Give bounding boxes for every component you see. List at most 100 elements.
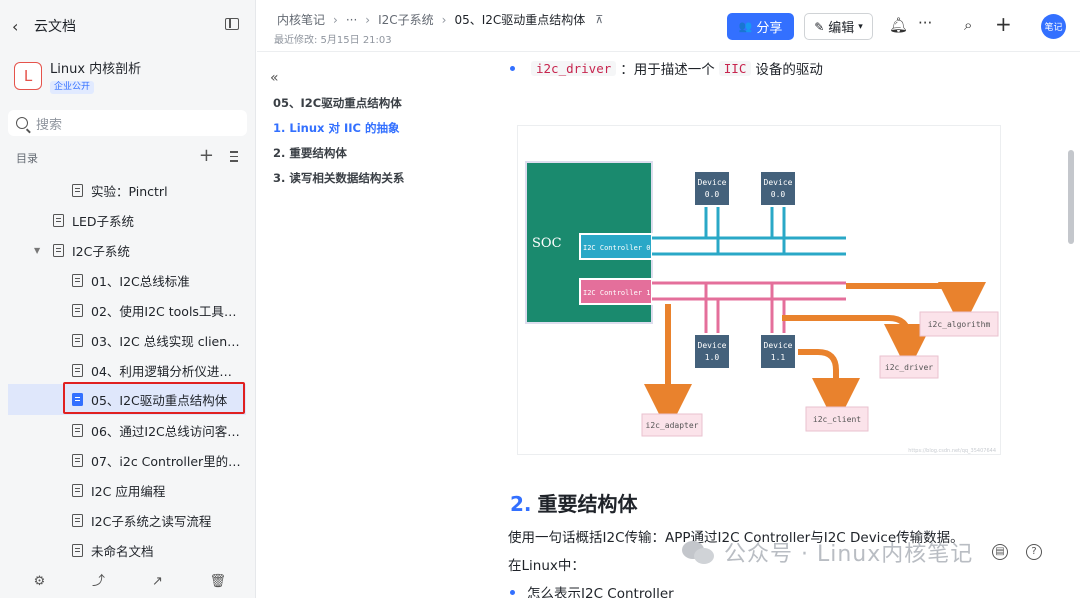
outline-item[interactable]: 05、I2C驱动重点结构体 (273, 95, 402, 111)
document-icon (72, 393, 83, 406)
share-icon: 👥 (738, 20, 753, 33)
help-icon[interactable]: ? (1026, 544, 1042, 560)
sidebar-item-label: 04、利用逻辑分析仪进行I... (91, 363, 243, 379)
device-label: Device (698, 341, 727, 350)
bell-icon[interactable]: 🔔︎ (889, 16, 908, 34)
breadcrumb-current: 05、I2C驱动重点结构体 (454, 13, 586, 27)
outline-item[interactable]: 3. 读写相关数据结构关系 (273, 170, 404, 186)
sidebar-item[interactable]: LED子系统 (0, 205, 256, 235)
back-chevron-icon[interactable]: ‹ (12, 17, 32, 36)
toc-header: 目录 + (16, 145, 244, 166)
outline-item[interactable]: 2. 重要结构体 (273, 145, 347, 161)
document-icon (72, 453, 83, 467)
kb-name: Linux 内核剖析 (50, 62, 142, 77)
knowledge-base-header[interactable]: L Linux 内核剖析 企业公开 (14, 62, 141, 94)
controller-1-label: I2C Controller 1 (583, 289, 650, 297)
controller-0-label: I2C Controller 0 (583, 244, 650, 252)
wechat-logo-icon (682, 539, 716, 565)
device-number: 1.1 (771, 353, 786, 362)
avatar[interactable]: 笔记 (1041, 14, 1066, 39)
sidebar-item[interactable]: ▼ I2C子系统 (0, 235, 256, 265)
device-0-0-b (759, 170, 797, 207)
chevron-down-icon: ▾ (858, 21, 863, 32)
sidebar-item-label: 05、I2C驱动重点结构体 (91, 393, 228, 408)
sidebar-item[interactable]: 06、通过I2C总线访问客户... (0, 415, 256, 445)
i2c-adapter-label: i2c_adapter (646, 421, 699, 430)
breadcrumb-item[interactable]: I2C子系统 (378, 11, 434, 28)
document-icon (72, 483, 83, 497)
bullet-dot (510, 65, 515, 71)
sidebar: ‹ 云文档 L Linux 内核剖析 企业公开 搜索 目录 + 实验：Pinct… (0, 0, 256, 598)
doc-outline: « (270, 70, 470, 86)
search-icon[interactable]: ⌕ (964, 16, 972, 34)
bullet-dot (510, 589, 515, 595)
collapse-outline-icon[interactable]: « (270, 70, 470, 86)
diagram-svg: SOC I2C Controller 0 I2C Controller 1 De… (525, 161, 999, 454)
list-item: 怎么表示I2C Controller (510, 582, 674, 598)
sidebar-item[interactable]: 04、利用逻辑分析仪进行I... (0, 355, 256, 385)
document-icon (72, 333, 83, 347)
pin-icon[interactable]: ⊼ (595, 13, 603, 26)
breadcrumb: 内核笔记 › ··· › I2C子系统 › 05、I2C驱动重点结构体 ⊼ (277, 11, 603, 28)
i2c-algorithm-label: i2c_algorithm (928, 320, 991, 329)
i2c-client-label: i2c_client (813, 415, 861, 424)
heading-number: 2. (510, 492, 532, 516)
outline-item[interactable]: 1. Linux 对 IIC 的抽象 (273, 120, 399, 136)
bullet-text: 怎么表示I2C Controller (527, 586, 674, 598)
sidebar-item[interactable]: I2C子系统之读写流程 (0, 505, 256, 535)
sidebar-item[interactable]: 05、I2C驱动重点结构体 (8, 384, 246, 415)
document-icon (72, 363, 83, 377)
sidebar-item[interactable]: 03、I2C 总线实现 client 设... (0, 325, 256, 355)
device-1-1 (759, 333, 797, 370)
edit-label: 编辑 (828, 21, 855, 36)
breadcrumb-separator: › (441, 12, 447, 27)
i2c-driver-label: i2c_driver (885, 363, 933, 372)
sidebar-item-label: 07、i2c Controller里的注册... (91, 453, 243, 469)
sidebar-item[interactable]: 07、i2c Controller里的注册... (0, 445, 256, 475)
search-input[interactable]: 搜索 (8, 110, 247, 136)
device-label: Device (698, 178, 727, 187)
scrollbar[interactable] (1068, 150, 1074, 244)
kb-visibility-badge: 企业公开 (50, 81, 95, 94)
document-icon (72, 183, 83, 197)
comment-icon[interactable]: ▤ (992, 544, 1008, 560)
add-icon[interactable]: + (995, 12, 1012, 36)
share-button[interactable]: 👥 分享 (727, 13, 794, 40)
sidebar-item[interactable]: I2C 应用编程 (0, 475, 256, 505)
heading-text: 重要结构体 (537, 492, 638, 516)
search-placeholder: 搜索 (36, 117, 63, 133)
sidebar-item[interactable]: 实验：Pinctrl (0, 175, 256, 205)
doc-header: 内核笔记 › ··· › I2C子系统 › 05、I2C驱动重点结构体 ⊼ 最近… (257, 0, 1080, 52)
back-label[interactable]: 云文档 (34, 16, 76, 36)
device-number: 1.0 (705, 353, 720, 362)
document-icon (72, 273, 83, 287)
collapse-sidebar-icon[interactable] (225, 18, 239, 30)
sidebar-item-label: 06、通过I2C总线访问客户... (91, 423, 243, 439)
last-modified: 最近修改: 5月15日 21:03 (274, 35, 392, 46)
edit-button[interactable]: ✎ 编辑 ▾ (804, 13, 873, 40)
expand-caret-icon[interactable]: ▼ (34, 246, 40, 255)
sidebar-item[interactable]: 未命名文档 (0, 535, 256, 565)
more-icon[interactable]: ··· (918, 14, 932, 32)
device-number: 0.0 (705, 190, 720, 199)
i2c-architecture-diagram: SOC I2C Controller 0 I2C Controller 1 De… (517, 125, 1001, 455)
breadcrumb-item[interactable]: 内核笔记 (277, 11, 325, 28)
document-icon (53, 243, 64, 257)
sidebar-footer: ⚙ ⤴ ↗ 🗑 (0, 566, 256, 598)
add-doc-icon[interactable]: + (199, 145, 214, 166)
sidebar-item[interactable]: 02、使用I2C tools工具调... (0, 295, 256, 325)
sidebar-item-label: 02、使用I2C tools工具调... (91, 303, 243, 319)
sidebar-item-label: LED子系统 (72, 213, 134, 229)
share-out-icon[interactable]: ⤴ (92, 575, 106, 589)
sidebar-item-label: 未命名文档 (91, 543, 154, 559)
tree-list-icon[interactable] (226, 151, 238, 162)
device-1-0 (693, 333, 731, 370)
sidebar-item[interactable]: 01、I2C总线标准 (0, 265, 256, 295)
inline-code: IIC (718, 60, 752, 76)
breadcrumb-more[interactable]: ··· (346, 13, 357, 27)
chart-icon[interactable]: ↗ (151, 575, 165, 589)
gear-icon[interactable]: ⚙ (33, 575, 47, 589)
watermark-text: 公众号 · Linux内核笔记 (724, 542, 974, 567)
trash-icon[interactable]: 🗑 (210, 575, 227, 589)
sidebar-header: ‹ 云文档 (0, 0, 256, 52)
